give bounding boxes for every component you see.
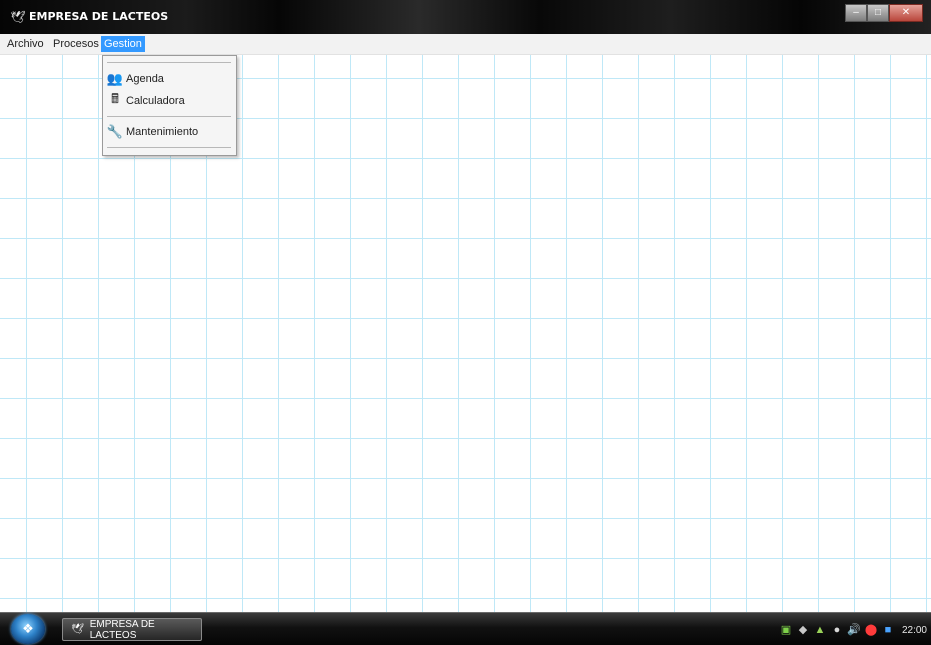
minimize-icon: – (853, 7, 859, 18)
menu-separator (107, 116, 231, 117)
user-icon[interactable]: ● (830, 623, 844, 637)
menu-bar: Archivo Procesos Gestion (0, 34, 931, 55)
bird-icon: 🕊 (10, 10, 26, 24)
menu-item-calculadora[interactable]: 🖩 Calculadora (105, 91, 233, 110)
minimize-button[interactable]: – (845, 4, 867, 22)
menu-separator (107, 62, 231, 63)
taskbar: ❖ 🕊 EMPRESA DE LACTEOS ▣ ◆ ▲ ● 🔊 ⬤ ■ 22:… (0, 612, 931, 645)
antivirus-icon[interactable]: ⬤ (864, 623, 878, 637)
menu-item-label: Agenda (126, 73, 164, 85)
taskbar-app-label: EMPRESA DE LACTEOS (89, 618, 155, 641)
network-icon[interactable]: ▣ (779, 623, 793, 637)
display-icon[interactable]: ■ (881, 623, 895, 637)
maximize-icon: □ (874, 7, 882, 18)
volume-icon[interactable]: 🔊 (847, 623, 861, 637)
chart-icon[interactable]: ▲ (813, 623, 827, 637)
close-button[interactable]: ✕ (889, 4, 923, 22)
shield-icon[interactable]: ◆ (796, 623, 810, 637)
menu-separator (107, 147, 231, 148)
close-icon: ✕ (901, 7, 911, 18)
people-icon: 👥 (106, 71, 124, 86)
menu-item-label: Calculadora (126, 95, 185, 107)
windows-logo-icon: ❖ (22, 621, 34, 636)
tools-icon: 🔧 (106, 124, 124, 139)
menu-item-agenda[interactable]: 👥 Agenda (105, 70, 233, 88)
menu-procesos[interactable]: Procesos (50, 36, 102, 52)
window-title: EMPRESA DE LACTEOS (29, 10, 169, 23)
menu-archivo[interactable]: Archivo (4, 36, 47, 52)
gestion-dropdown-menu: 👥 Agenda 🖩 Calculadora 🔧 Mantenimiento (102, 55, 237, 156)
bird-icon: 🕊 (71, 624, 84, 635)
calculator-icon: 🖩 (111, 91, 119, 106)
app-window: 🕊 EMPRESA DE LACTEOS – □ ✕ Archivo Proce… (0, 0, 931, 612)
menu-item-label: Mantenimiento (126, 126, 199, 138)
taskbar-app-button[interactable]: 🕊 EMPRESA DE LACTEOS (62, 618, 202, 641)
title-bar[interactable]: 🕊 EMPRESA DE LACTEOS – □ ✕ (0, 0, 931, 34)
start-button[interactable]: ❖ (11, 614, 45, 644)
menu-gestion[interactable]: Gestion (101, 36, 145, 52)
taskbar-clock[interactable]: 22:00 (902, 625, 927, 636)
system-tray: ▣ ◆ ▲ ● 🔊 ⬤ ■ 22:00 (779, 619, 927, 641)
maximize-button[interactable]: □ (867, 4, 889, 22)
menu-item-mantenimiento[interactable]: 🔧 Mantenimiento (105, 123, 233, 141)
window-controls: – □ ✕ (845, 4, 923, 22)
